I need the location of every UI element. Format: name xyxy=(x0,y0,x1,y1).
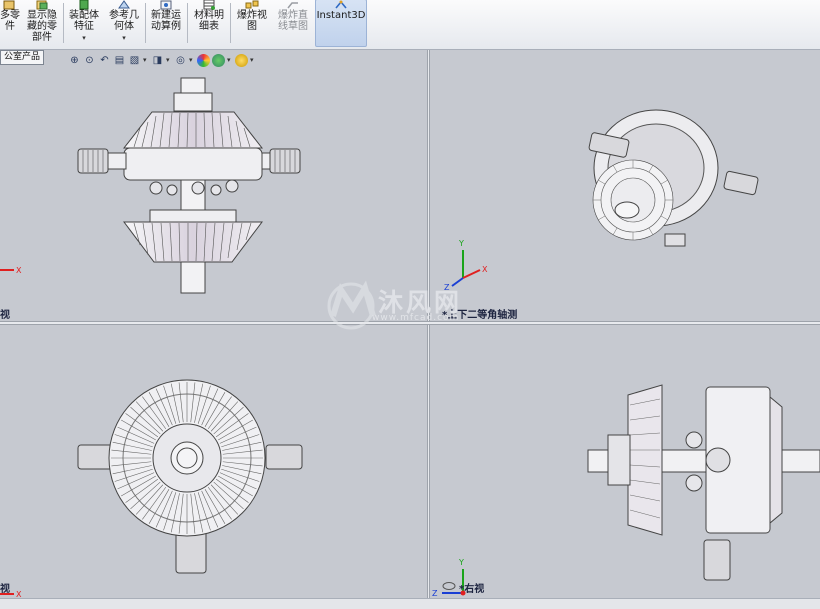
button-label: 参考几 何体 xyxy=(109,10,139,32)
bom-table-icon xyxy=(203,0,215,10)
multi-part-button[interactable]: 多零 件 xyxy=(0,0,20,46)
watermark-url: www.mfcad.com xyxy=(372,313,460,323)
apply-scene-icon[interactable] xyxy=(212,53,225,67)
show-hidden-icon xyxy=(36,0,48,10)
zoom-to-area-icon[interactable]: ⊙ xyxy=(83,54,96,67)
assembly-features-button[interactable]: 装配体 特征 ▾ xyxy=(66,0,102,46)
button-label: 多零 件 xyxy=(0,10,20,32)
view-settings-icon[interactable] xyxy=(235,53,248,67)
button-label: 材料明 细表 xyxy=(194,10,224,32)
command-manager-ribbon: 多零 件 显示隐 藏的零 部件 装配体 特征 ▾ 参考几 何体 ▾ 新建运 动算… xyxy=(0,0,820,50)
explode-line-sketch-icon xyxy=(287,2,298,9)
separator xyxy=(63,3,64,43)
chevron-down-icon[interactable]: ▾ xyxy=(166,56,172,64)
exploded-view-icon xyxy=(245,0,259,9)
motion-study-icon xyxy=(160,0,172,10)
button-label: 装配体 特征 xyxy=(69,10,99,32)
new-motion-study-button[interactable]: 新建运 动算例 xyxy=(148,0,184,46)
display-style-icon[interactable]: ◨ xyxy=(151,54,164,67)
view-link-icon xyxy=(442,582,456,590)
assembly-feature-icon xyxy=(79,0,89,10)
instant3d-button[interactable]: Instant3D xyxy=(315,0,367,47)
bottom-left-view-label: 视 xyxy=(0,584,10,595)
status-bar xyxy=(0,598,820,609)
separator xyxy=(187,3,188,43)
chevron-down-icon[interactable]: ▾ xyxy=(227,56,233,64)
separator xyxy=(230,3,231,43)
button-label: 新建运 动算例 xyxy=(151,10,181,32)
triad-z-label: Z xyxy=(432,589,438,598)
bill-of-materials-button[interactable]: 材料明 细表 xyxy=(190,0,228,46)
top-view-model[interactable]: X xyxy=(0,325,427,598)
chevron-down-icon[interactable]: ▾ xyxy=(189,56,195,64)
edit-appearance-icon[interactable] xyxy=(197,53,210,67)
triad-y-label: Y xyxy=(458,239,464,248)
reference-geometry-button[interactable]: 参考几 何体 ▾ xyxy=(106,0,142,46)
button-label: 显示隐 藏的零 部件 xyxy=(27,10,57,43)
show-hidden-components-button[interactable]: 显示隐 藏的零 部件 xyxy=(23,0,61,46)
previous-view-icon[interactable]: ↶ xyxy=(98,54,111,67)
triad-y-label: Y xyxy=(458,558,464,567)
exploded-view-button[interactable]: 爆炸视 图 xyxy=(233,0,271,46)
chevron-down-icon[interactable]: ▾ xyxy=(143,56,149,64)
button-label: 爆炸直 线草图 xyxy=(278,10,308,32)
view-orientation-icon[interactable]: ▧ xyxy=(128,54,141,67)
chevron-down-icon[interactable]: ▾ xyxy=(250,56,256,64)
triad-x-label: X xyxy=(16,590,22,598)
chevron-down-icon[interactable]: ▾ xyxy=(122,34,126,42)
reference-geometry-icon xyxy=(118,0,130,9)
section-view-icon[interactable]: ▤ xyxy=(113,54,126,67)
button-label: Instant3D xyxy=(316,10,366,21)
explode-line-sketch-button[interactable]: 爆炸直 线草图 xyxy=(273,0,313,46)
top-left-view-label: 视 xyxy=(0,310,10,321)
part-icon xyxy=(3,0,15,10)
triad-x-label: X xyxy=(482,265,488,274)
feature-tree-tab[interactable]: 公室产品 xyxy=(0,50,45,65)
hide-show-items-icon[interactable]: ◎ xyxy=(174,54,187,67)
separator xyxy=(145,3,146,43)
triad-x-label: X xyxy=(16,266,22,275)
instant3d-icon xyxy=(335,0,347,9)
button-label: 爆炸视 图 xyxy=(237,10,267,32)
bottom-right-view-label: *右视 xyxy=(459,584,485,595)
heads-up-view-toolbar: ⊕ ⊙ ↶ ▤ ▧ ▾ ◨ ▾ ◎ ▾ ▾ ▾ xyxy=(68,52,256,68)
zoom-to-fit-icon[interactable]: ⊕ xyxy=(68,54,81,67)
solidworks-window: 多零 件 显示隐 藏的零 部件 装配体 特征 ▾ 参考几 何体 ▾ 新建运 动算… xyxy=(0,0,820,609)
right-view-model[interactable]: Y Z xyxy=(430,325,820,598)
chevron-down-icon[interactable]: ▾ xyxy=(82,34,86,42)
